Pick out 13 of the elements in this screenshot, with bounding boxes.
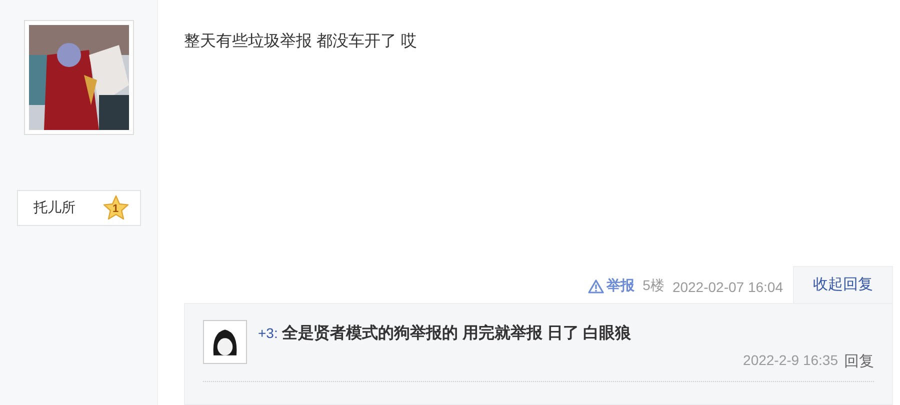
reply-text: 全是贤者模式的狗举报的 用完就举报 日了 白眼狼 bbox=[282, 323, 632, 344]
post-time: 2022-02-07 16:04 bbox=[672, 279, 783, 297]
collapse-replies-tab[interactable]: 收起回复 bbox=[793, 266, 893, 303]
report-link[interactable]: 举报 bbox=[588, 277, 635, 303]
level-badge: 1 bbox=[102, 194, 130, 222]
reply-link[interactable]: 回复 bbox=[844, 352, 874, 371]
warning-icon bbox=[588, 278, 604, 294]
reply-time: 2022-2-9 16:35 bbox=[743, 352, 838, 370]
reply-score: +3: bbox=[258, 325, 278, 341]
avatar-icon[interactable] bbox=[203, 320, 247, 364]
badge-title: 托儿所 bbox=[34, 199, 76, 217]
floor-number: 5楼 bbox=[642, 277, 664, 295]
post-text: 整天有些垃圾举报 都没车开了 哎 bbox=[184, 32, 418, 52]
